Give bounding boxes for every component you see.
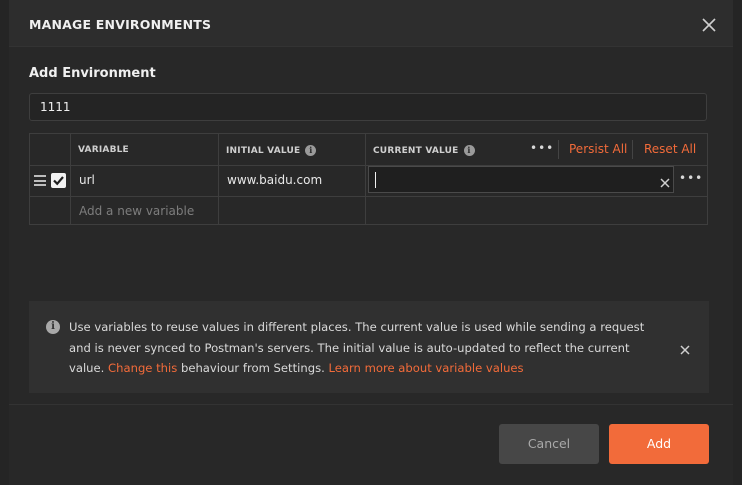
more-options-icon[interactable]: ••• [679,171,703,185]
new-current-value-cell[interactable] [366,196,707,225]
reset-all-button[interactable]: Reset All [644,142,696,156]
persist-all-button[interactable]: Persist All [569,142,627,156]
variables-table: VARIABLE INITIAL VALUE i CURRENT VALUE i •… [29,133,708,225]
header-initial-value-cell: INITIAL VALUE i [219,134,366,165]
cancel-button[interactable]: Cancel [499,424,599,464]
header-handle-cell [30,134,71,165]
header-variable-cell: VARIABLE [71,134,219,165]
header-current-value: CURRENT VALUE [373,145,459,156]
initial-value-cell[interactable]: www.baidu.com [219,165,366,196]
modal-title: MANAGE ENVIRONMENTS [29,17,212,32]
new-initial-value-cell[interactable] [219,196,366,225]
add-button[interactable]: Add [609,424,709,464]
close-icon[interactable] [679,341,691,355]
initial-value: www.baidu.com [227,173,323,187]
variable-cell[interactable]: url [71,165,219,196]
divider [632,140,633,159]
new-variable-placeholder: Add a new variable [79,204,195,218]
current-value-cell: ••• [366,165,707,196]
table-row: url www.baidu.com ••• [30,165,707,197]
info-banner: i Use variables to reuse values in diffe… [29,301,709,393]
header-initial-value: INITIAL VALUE [226,145,301,156]
info-text-after: behaviour from Settings. [177,361,329,375]
environment-name-input[interactable] [29,93,707,121]
row-controls-cell [30,165,71,196]
info-icon[interactable]: i [305,145,317,156]
variable-name: url [79,173,95,187]
new-variable-row: Add a new variable [30,196,707,225]
drag-handle-icon[interactable] [34,175,46,186]
close-icon[interactable] [698,14,720,36]
new-variable-cell[interactable]: Add a new variable [71,196,219,225]
more-options-icon[interactable]: ••• [530,141,554,155]
modal-header: MANAGE ENVIRONMENTS [9,0,733,47]
checkbox-checked-icon[interactable] [51,173,66,188]
new-row-controls-cell [30,196,71,225]
info-text: Use variables to reuse values in differe… [69,317,659,379]
background-app-left [0,0,9,485]
clear-icon[interactable] [659,174,671,188]
change-settings-link[interactable]: Change this [108,361,177,375]
info-icon: i [46,320,60,334]
footer-divider [9,404,733,405]
section-title: Add Environment [29,66,156,81]
manage-environments-modal: MANAGE ENVIRONMENTS Add Environment VARI… [9,0,733,485]
header-tools: ••• Persist All Reset All [521,134,707,165]
info-icon[interactable]: i [463,145,475,156]
learn-more-link[interactable]: Learn more about variable values [328,361,523,375]
divider [558,140,559,159]
current-value-input[interactable] [368,166,674,193]
table-header-row: VARIABLE INITIAL VALUE i CURRENT VALUE i •… [30,134,707,166]
text-caret [375,172,376,188]
background-app-right [733,0,742,485]
header-variable: VARIABLE [78,145,129,155]
